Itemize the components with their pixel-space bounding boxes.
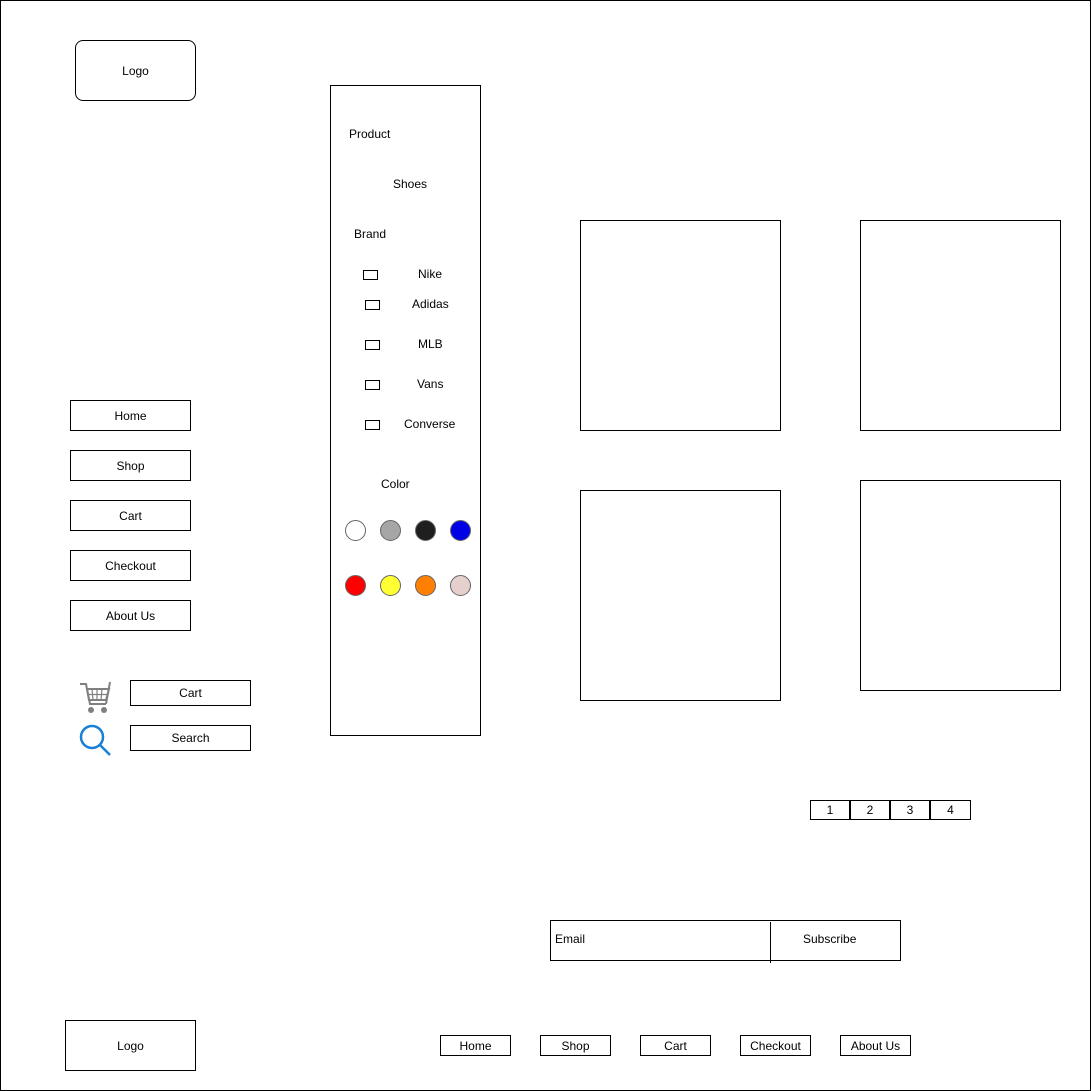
product-filter-label: Product [349,127,391,141]
page-2-button[interactable]: 2 [850,800,890,820]
page-3-button[interactable]: 3 [890,800,930,820]
cart-button[interactable]: Cart [130,680,251,706]
product-card[interactable] [860,220,1061,431]
email-field[interactable]: Email [555,932,585,946]
brand-adidas-checkbox[interactable] [365,300,380,310]
newsletter-divider [770,922,771,963]
product-filter-value[interactable]: Shoes [393,177,427,191]
page-3-label: 3 [906,803,914,817]
brand-converse-checkbox[interactable] [365,420,380,430]
header-logo[interactable]: Logo [75,40,196,101]
footer-home-label: Home [459,1038,492,1053]
product-card[interactable] [580,220,781,431]
page-4-button[interactable]: 4 [930,800,971,820]
brand-adidas-label: Adidas [412,297,449,311]
brand-converse-label: Converse [404,417,456,431]
color-swatch[interactable] [450,520,471,541]
color-swatch[interactable] [415,520,436,541]
search-button[interactable]: Search [130,725,251,751]
search-button-label: Search [171,731,210,745]
product-card[interactable] [860,480,1061,691]
page-4-label: 4 [947,803,954,817]
nav-shop-label: Shop [116,458,145,473]
brand-nike-label: Nike [418,267,443,281]
brand-nike-checkbox[interactable] [363,270,378,280]
footer-checkout-label: Checkout [750,1038,801,1053]
footer-cart-label: Cart [664,1038,687,1053]
footer-logo[interactable]: Logo [65,1020,196,1071]
footer-about-us-label: About Us [850,1038,901,1053]
color-swatch[interactable] [450,575,471,596]
footer-cart-link[interactable]: Cart [640,1035,711,1056]
footer-home-link[interactable]: Home [440,1035,511,1056]
page-1-label: 1 [826,803,834,817]
page-1-button[interactable]: 1 [810,800,850,820]
nav-home-label: Home [114,408,147,423]
search-icon[interactable] [78,723,112,757]
nav-shop-button[interactable]: Shop [70,450,191,481]
footer-logo-label: Logo [117,1038,144,1053]
color-swatch[interactable] [345,520,366,541]
brand-vans-label: Vans [417,377,444,391]
color-swatch[interactable] [415,575,436,596]
color-swatch[interactable] [345,575,366,596]
nav-checkout-label: Checkout [105,558,156,573]
cart-button-label: Cart [179,686,202,700]
color-swatch[interactable] [380,520,401,541]
nav-cart-label: Cart [119,508,142,523]
brand-filter-label: Brand [354,227,387,241]
brand-vans-checkbox[interactable] [365,380,380,390]
cart-icon[interactable] [78,680,112,716]
nav-checkout-button[interactable]: Checkout [70,550,191,581]
product-card[interactable] [580,490,781,701]
footer-about-us-link[interactable]: About Us [840,1035,911,1056]
nav-home-button[interactable]: Home [70,400,191,431]
footer-shop-label: Shop [561,1038,590,1053]
subscribe-button[interactable]: Subscribe [803,932,856,946]
color-swatch[interactable] [380,575,401,596]
footer-shop-link[interactable]: Shop [540,1035,611,1056]
brand-mlb-checkbox[interactable] [365,340,380,350]
nav-cart-button[interactable]: Cart [70,500,191,531]
page-2-label: 2 [866,803,874,817]
footer-checkout-link[interactable]: Checkout [740,1035,811,1056]
brand-mlb-label: MLB [418,337,443,351]
header-logo-label: Logo [122,63,149,78]
color-filter-label: Color [381,477,410,491]
nav-about-us-label: About Us [105,608,156,623]
nav-about-us-button[interactable]: About Us [70,600,191,631]
